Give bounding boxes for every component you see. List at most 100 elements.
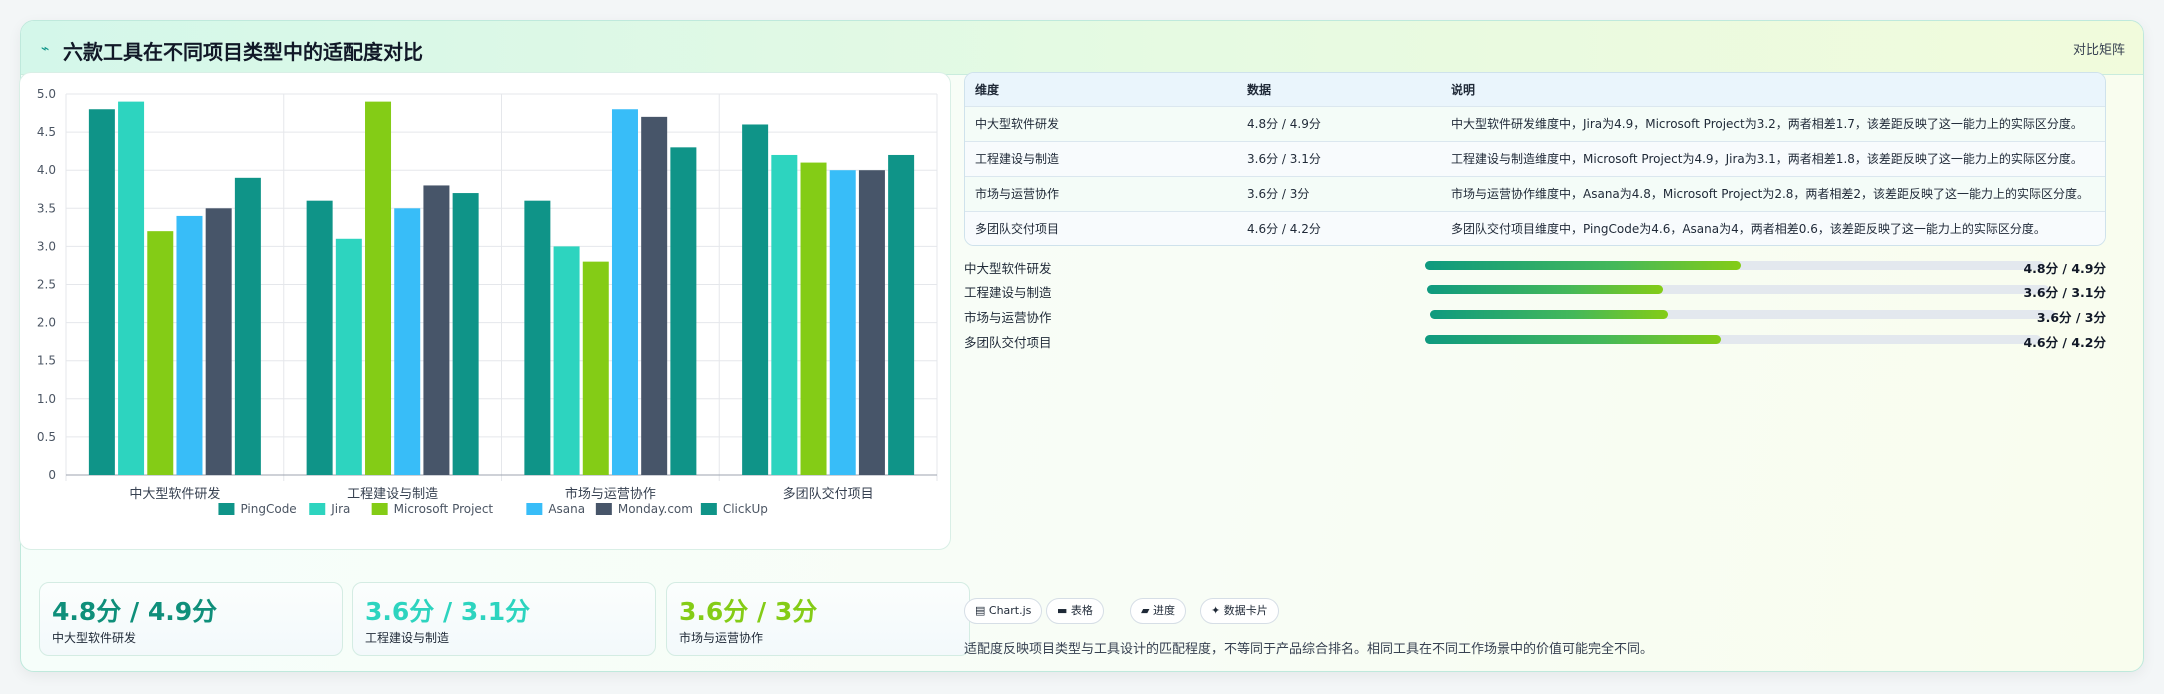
x-tick-label: 工程建设与制造 [347, 487, 438, 502]
progress-row: 工程建设与制造 3.6分 / 3.1分 [964, 280, 2106, 300]
legend-label: Asana [548, 502, 585, 516]
bar [611, 109, 638, 476]
bar [742, 124, 769, 476]
bar [365, 101, 392, 476]
progress-track [1427, 285, 2049, 294]
card-header: ⌁ 六款工具在不同项目类型中的适配度对比 对比矩阵 [21, 21, 2143, 75]
stat-value: 3.6分 / 3分 [679, 597, 818, 626]
bar [88, 109, 115, 476]
bar [234, 177, 261, 475]
legend-swatch [218, 503, 235, 515]
progress-row: 中大型软件研发 4.8分 / 4.9分 [964, 256, 2106, 276]
bar [858, 170, 885, 475]
stat-label: 市场与运营协作 [679, 631, 764, 645]
bar [524, 200, 551, 475]
table-row: 工程建设与制造 3.6分 / 3.1分 工程建设与制造维度中，Microsoft… [965, 141, 2105, 176]
y-tick-label: 1.5 [37, 354, 56, 368]
comparison-table: 维度 数据 说明 中大型软件研发 4.8分 / 4.9分 中大型软件研发维度中，… [964, 72, 2106, 246]
bar [335, 238, 362, 475]
table-cell: 3.6分 / 3分 [1247, 187, 1310, 201]
y-tick-label: 4.5 [37, 125, 56, 139]
progress-fill [1430, 310, 1668, 319]
y-tick-label: 4.0 [37, 163, 56, 177]
bar [394, 208, 421, 476]
legend-swatch [595, 503, 612, 515]
progress-label: 市场与运营协作 [964, 310, 1052, 325]
y-tick-label: 0 [48, 468, 56, 482]
progress-label: 中大型软件研发 [964, 261, 1052, 276]
table-header: 说明 [1451, 82, 1476, 97]
table-header: 维度 [975, 82, 1000, 97]
chart-panel: 0 0.5 1.0 1.5 2.0 2.5 3.0 3.5 4.0 4.5 5.0 中大型软件研发 工程… [19, 72, 951, 550]
bar [771, 154, 798, 475]
legend-label: ClickUp [723, 502, 768, 516]
table-cell: 中大型软件研发 [975, 117, 1060, 131]
bar [452, 193, 479, 475]
header-tag: 对比矩阵 [2072, 43, 2125, 58]
table-cell: 工程建设与制造维度中，Microsoft Project为4.9，Jira为3.… [1451, 152, 2083, 166]
stat-label: 中大型软件研发 [52, 631, 137, 645]
bar [118, 101, 145, 476]
bar [176, 215, 203, 476]
bar [553, 246, 580, 475]
legend-label: PingCode [240, 502, 296, 516]
stat-card: 4.8分 / 4.9分 中大型软件研发 [39, 582, 343, 656]
chart-line-icon: ⌁ [41, 41, 50, 57]
table-chip[interactable]: ▬ 表格 [1046, 598, 1104, 624]
bar [306, 200, 333, 475]
footnote: 适配度反映项目类型与工具设计的匹配程度，不等同于产品综合排名。相同工具在不同工作… [964, 642, 1654, 657]
bar [800, 162, 827, 475]
table-cell: 中大型软件研发维度中，Jira为4.9，Microsoft Project为3.… [1451, 117, 2083, 131]
y-tick-label: 2.5 [37, 278, 56, 292]
legend-swatch [700, 503, 717, 515]
bar [888, 154, 915, 475]
table-cell: 多团队交付项目 [975, 222, 1060, 237]
legend-label: Jira [330, 502, 350, 516]
table-header-row: 维度 数据 说明 [965, 73, 2105, 106]
table-cell: 市场与运营协作维度中，Asana为4.8，Microsoft Project为2… [1451, 187, 2090, 201]
y-tick-label: 2.0 [37, 316, 56, 330]
data-card-chip[interactable]: ✦ 数据卡片 [1200, 598, 1279, 624]
legend-label: Monday.com [618, 502, 693, 516]
bar [147, 231, 174, 475]
bar [641, 116, 668, 476]
y-tick-label: 3.5 [37, 201, 56, 215]
progress-row: 市场与运营协作 3.6分 / 3分 [964, 305, 2106, 325]
table-row: 多团队交付项目 4.6分 / 4.2分 多团队交付项目维度中，PingCode为… [965, 211, 2105, 245]
legend-label: Microsoft Project [394, 502, 494, 516]
y-tick-label: 0.5 [37, 430, 56, 444]
progress-fill [1427, 285, 1664, 294]
page-title: 六款工具在不同项目类型中的适配度对比 [63, 40, 423, 64]
table-cell: 多团队交付项目维度中，PingCode为4.6，Asana为4，两者相差0.6，… [1451, 222, 2046, 237]
legend-swatch [371, 503, 388, 515]
progress-chip[interactable]: ▰ 进度 [1130, 598, 1186, 624]
stat-label: 工程建设与制造 [365, 631, 450, 645]
bar [670, 147, 697, 475]
bar [582, 261, 609, 475]
stat-value: 4.8分 / 4.9分 [52, 597, 218, 626]
bar [205, 208, 232, 476]
x-tick-label: 中大型软件研发 [129, 486, 220, 502]
table-row: 中大型软件研发 4.8分 / 4.9分 中大型软件研发维度中，Jira为4.9，… [965, 106, 2105, 141]
x-tick-label: 市场与运营协作 [565, 486, 656, 502]
legend-swatch [526, 503, 543, 515]
bar [829, 170, 856, 475]
progress-row: 多团队交付项目 4.6分 / 4.2分 [964, 330, 2106, 350]
bar [423, 185, 450, 475]
progress-fill [1425, 335, 1721, 344]
progress-value: 4.8分 / 4.9分 [2023, 261, 2106, 276]
progress-track [1425, 335, 2041, 344]
progress-track [1425, 261, 2044, 270]
table-cell: 4.6分 / 4.2分 [1247, 222, 1321, 237]
progress-label: 多团队交付项目 [964, 335, 1052, 350]
stat-card: 3.6分 / 3分 市场与运营协作 [666, 582, 970, 656]
y-tick-label: 1.0 [37, 392, 56, 406]
stat-value: 3.6分 / 3.1分 [365, 597, 531, 626]
chartjs-chip[interactable]: ▤ Chart.js [964, 598, 1043, 624]
table-row: 市场与运营协作 3.6分 / 3分 市场与运营协作维度中，Asana为4.8，M… [965, 176, 2105, 211]
progress-value: 3.6分 / 3.1分 [2023, 285, 2106, 300]
table-cell: 市场与运营协作 [975, 187, 1060, 201]
progress-track [1430, 310, 2055, 319]
table-cell: 工程建设与制造 [975, 152, 1060, 166]
stat-card: 3.6分 / 3.1分 工程建设与制造 [352, 582, 656, 656]
